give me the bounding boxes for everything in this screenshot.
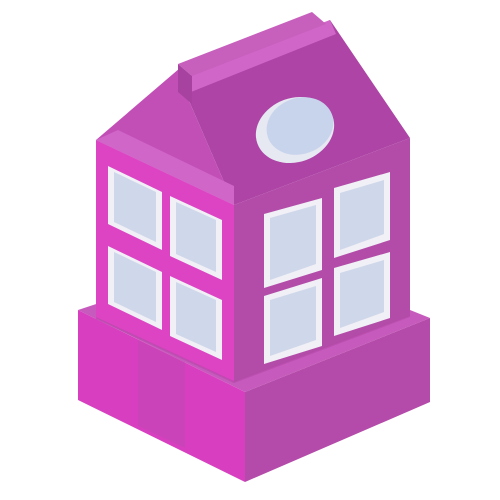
house-illustration — [0, 0, 500, 500]
house-svg — [78, 12, 430, 482]
